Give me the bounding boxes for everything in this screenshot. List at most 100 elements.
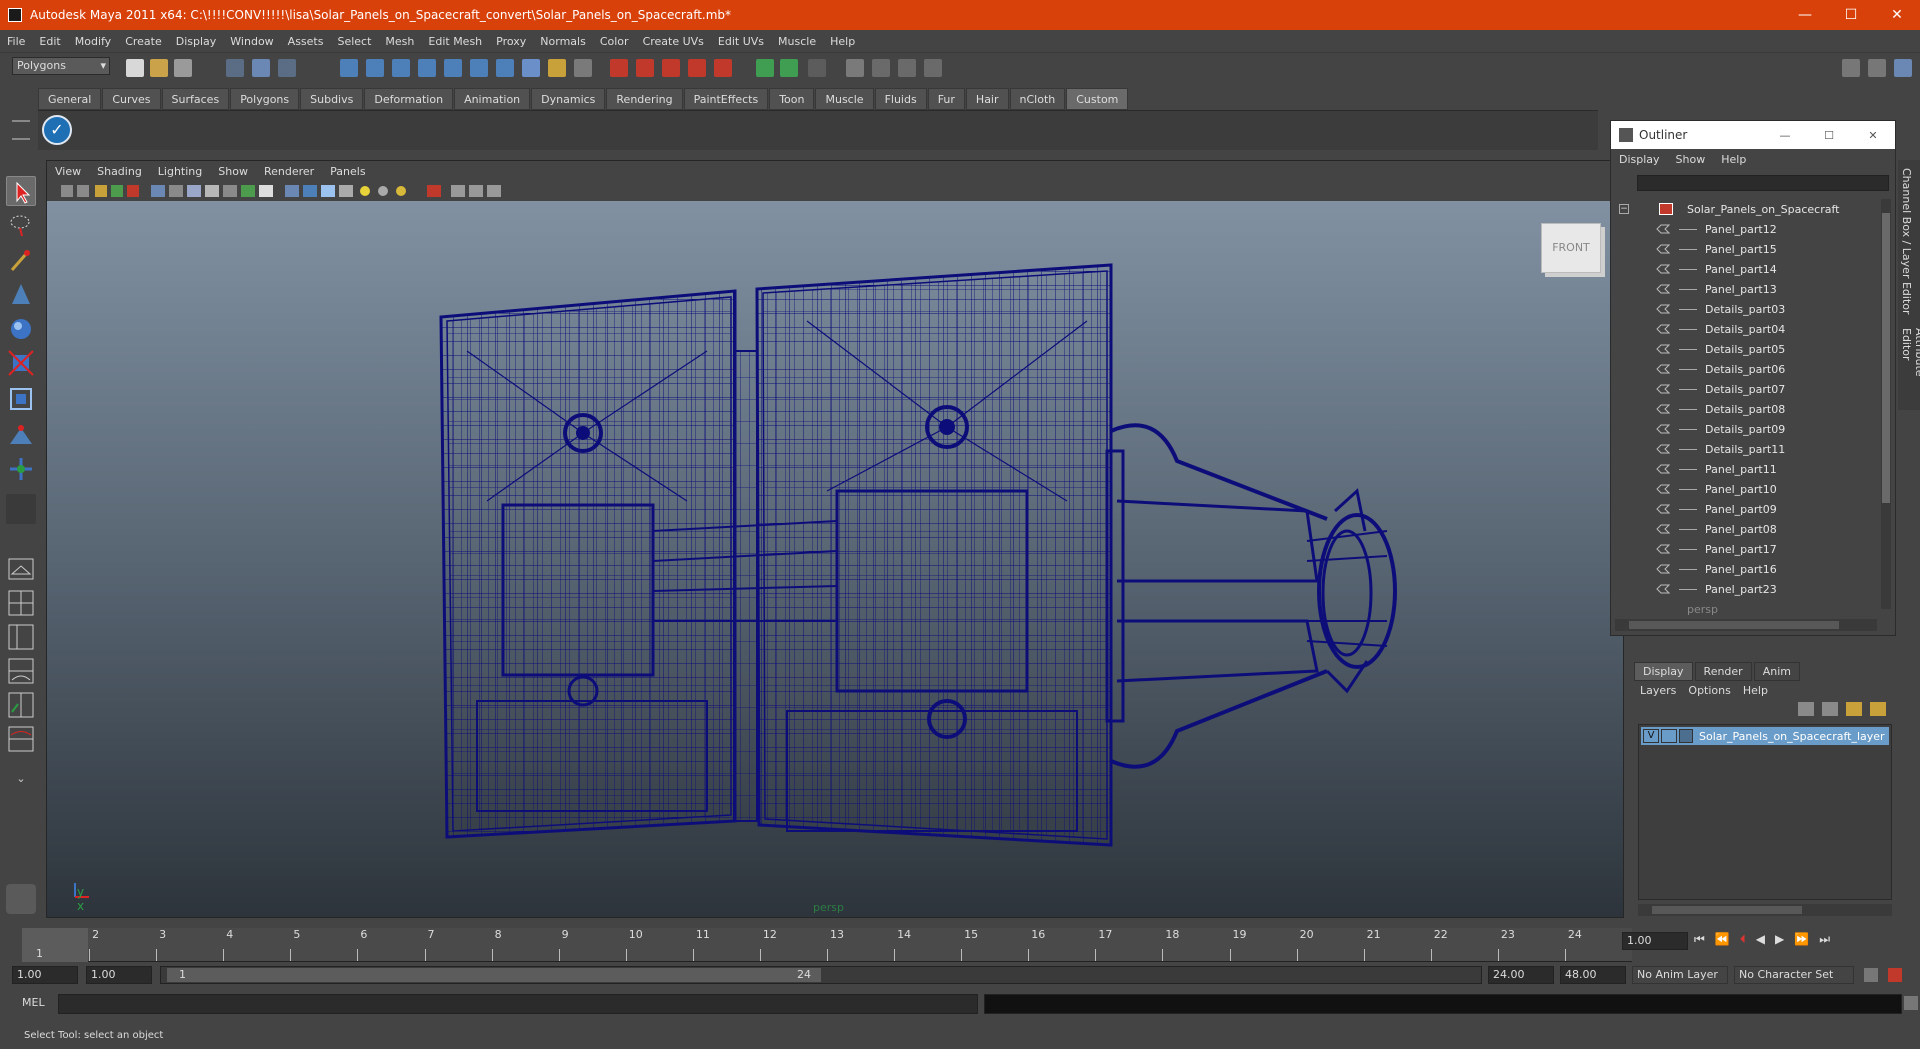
attribute-editor-toggle-icon[interactable] [1842,59,1860,77]
minimize-button[interactable]: — [1782,0,1828,30]
menu-file[interactable]: File [0,35,32,48]
hypershade-icon[interactable] [872,59,890,77]
viewport-toolbar-icons[interactable] [47,181,607,201]
persp-graph-layout-icon[interactable] [6,656,36,686]
close-button[interactable]: ✕ [1874,0,1920,30]
shelf-tab-hair[interactable]: Hair [965,88,1009,110]
input-ops-icon[interactable] [662,59,680,77]
viewport-menu-panels[interactable]: Panels [322,165,373,178]
outliner-item[interactable]: Details_part06 [1611,359,1883,379]
snap-point-icon[interactable] [392,59,410,77]
checkmark-shelf-icon[interactable]: ✓ [42,115,72,145]
render-frame-icon[interactable] [780,59,798,77]
menu-proxy[interactable]: Proxy [489,35,533,48]
four-view-layout-icon[interactable] [6,588,36,618]
scale-tool-icon[interactable] [6,348,36,378]
play-backwards-icon[interactable]: ◀ [1756,932,1765,947]
channel-box-tab[interactable]: Channel Box / Layer Editor [1900,168,1913,315]
outliner-item[interactable]: Details_part03 [1611,299,1883,319]
shelf-tab-curves[interactable]: Curves [102,88,161,110]
layer-move-down-icon[interactable] [1822,702,1838,716]
outliner-item[interactable]: Panel_part09 [1611,499,1883,519]
outliner-menu-display[interactable]: Display [1611,153,1668,166]
snap-grid-icon[interactable] [340,59,358,77]
viewport-menu-show[interactable]: Show [210,165,256,178]
layer-visibility-toggle[interactable]: V [1643,729,1659,743]
hypershade-layout-icon[interactable] [6,690,36,720]
layer-menu-help[interactable]: Help [1737,682,1774,699]
layer-hscroll-thumb[interactable] [1652,906,1802,914]
outliner-filter-field[interactable] [1637,175,1889,191]
playback-start-field[interactable]: 1.00 [86,966,152,984]
soft-modification-icon[interactable] [6,420,36,450]
selection-mask-icon[interactable] [574,59,592,77]
outliner-hscroll-thumb[interactable] [1629,621,1839,629]
shelf-tab-fur[interactable]: Fur [927,88,965,110]
new-scene-icon[interactable] [126,59,144,77]
persp-outliner-layout-icon[interactable] [6,622,36,652]
rotate-tool-icon[interactable] [6,314,36,344]
help-icon[interactable] [522,59,540,77]
menu-muscle[interactable]: Muscle [771,35,823,48]
outliner-item[interactable]: Panel_part11 [1611,459,1883,479]
render-layer-icon[interactable] [898,59,916,77]
render-view-icon[interactable] [756,59,774,77]
menu-create[interactable]: Create [118,35,169,48]
outliner-item[interactable]: Panel_part08 [1611,519,1883,539]
step-back-key-icon[interactable]: ⏪ [1715,932,1730,947]
start-time-field[interactable]: 1.00 [12,966,78,984]
current-time-field[interactable]: 1.00 [1622,932,1688,950]
graph-editor-layout-icon[interactable] [6,724,36,754]
snap-surface-icon[interactable] [470,59,488,77]
select-by-hierarchy-icon[interactable] [226,59,244,77]
layer-name[interactable]: Solar_Panels_on_Spacecraft_layer [1699,730,1885,743]
shelf-tab-animation[interactable]: Animation [454,88,531,110]
end-time-field[interactable]: 48.00 [1560,966,1626,984]
outliner-item[interactable]: Panel_part12 [1611,219,1883,239]
shelf-tab-painteffects[interactable]: PaintEffects [683,88,769,110]
lasso-tool-icon[interactable] [6,210,36,240]
step-back-frame-icon[interactable]: ⏴ [1740,932,1746,947]
shelf-tab-ncloth[interactable]: nCloth [1009,88,1066,110]
universal-manipulator-icon[interactable] [6,384,36,414]
ipr-render-icon[interactable] [808,59,826,77]
range-slider-track[interactable]: 1 24 [160,966,1482,984]
step-forward-key-icon[interactable]: ⏩ [1794,932,1809,947]
snap-live-icon[interactable] [444,59,462,77]
magnet-icon[interactable] [714,59,732,77]
select-by-object-icon[interactable] [252,59,270,77]
snap-view-icon[interactable] [496,59,514,77]
maximize-button[interactable]: ☐ [1828,0,1874,30]
menu-assets[interactable]: Assets [281,35,331,48]
layer-row[interactable]: V Solar_Panels_on_Spacecraft_layer [1641,727,1889,745]
outliner-item[interactable]: Panel_part13 [1611,279,1883,299]
outliner-minimize-button[interactable]: — [1763,129,1807,142]
collapse-icon[interactable]: − [1619,204,1629,214]
menu-color[interactable]: Color [593,35,636,48]
anim-layer-dropdown[interactable]: No Anim Layer [1632,966,1728,984]
shelf-tab-surfaces[interactable]: Surfaces [161,88,230,110]
open-scene-icon[interactable] [150,59,168,77]
solar-panel-wireframe[interactable] [47,201,1623,917]
save-scene-icon[interactable] [174,59,192,77]
lock-icon[interactable] [548,59,566,77]
outliner-menu-show[interactable]: Show [1668,153,1714,166]
outliner-menu-help[interactable]: Help [1713,153,1754,166]
output-ops-icon[interactable] [688,59,706,77]
layer-menu-options[interactable]: Options [1682,682,1736,699]
menu-help[interactable]: Help [823,35,862,48]
last-tool-icon[interactable] [6,494,36,524]
command-language-label[interactable]: MEL [22,996,45,1009]
menu-create-uvs[interactable]: Create UVs [636,35,711,48]
go-to-end-icon[interactable]: ⏭ [1819,932,1830,947]
show-manipulator-icon[interactable] [6,454,36,484]
move-tool-icon[interactable] [6,280,36,310]
channel-box-toggle-icon[interactable] [1894,59,1912,77]
viewport-menu-view[interactable]: View [47,165,89,178]
layer-tab-anim[interactable]: Anim [1753,662,1800,681]
menu-window[interactable]: Window [223,35,280,48]
character-set-dropdown[interactable]: No Character Set [1734,966,1854,984]
outliner-item[interactable]: Details_part07 [1611,379,1883,399]
outliner-item[interactable]: Panel_part16 [1611,559,1883,579]
viewport-menu-renderer[interactable]: Renderer [256,165,322,178]
